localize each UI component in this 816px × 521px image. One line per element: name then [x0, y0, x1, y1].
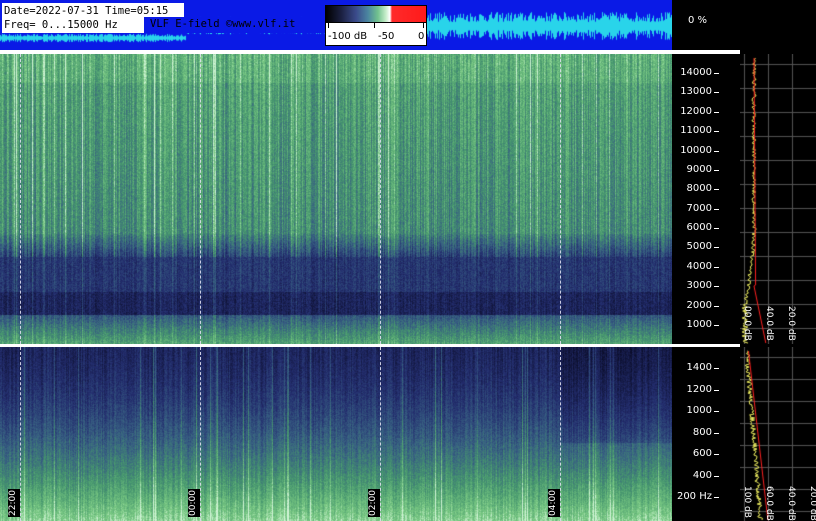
db-label: 20.0 dB: [786, 306, 796, 341]
cb-tick-mark: [374, 23, 375, 28]
freq-tick-label: 14000: [680, 67, 712, 78]
freq-tick-mark: [714, 305, 719, 307]
freq-tick-mark: [714, 454, 719, 455]
freq-tick-mark: [714, 169, 719, 171]
cb-tick-label: -50: [378, 31, 395, 42]
time-marker: 02:00: [368, 489, 380, 517]
color-scale-ticks: -100 dB -50 0: [325, 22, 427, 46]
freq-tick-label: 8000: [686, 183, 712, 195]
freq-tick-label: 1400: [686, 362, 712, 373]
freq-tick-mark: [714, 266, 719, 268]
freq-tick-label: 2000: [686, 299, 712, 311]
freq-tick-label: 600: [692, 448, 712, 459]
time-gridline: [380, 347, 381, 521]
freq-tick-mark: [714, 475, 719, 477]
freq-tick-mark: [714, 131, 719, 133]
freq-tick-label: 5000: [686, 241, 712, 253]
freq-tick-label: 7000: [686, 202, 712, 214]
cb-tick-label: -100 dB: [328, 31, 368, 42]
freq-tick-label: 9000: [686, 163, 712, 175]
spectrogram-high: [0, 54, 672, 344]
time-marker: 22:00: [8, 489, 20, 517]
freq-tick-label: 6000: [686, 222, 712, 234]
freq-tick-label: 4000: [686, 260, 712, 272]
freq-tick-label: 11000: [680, 125, 712, 137]
time-gridline: [200, 54, 201, 344]
freq-tick-label: 800: [692, 426, 712, 438]
freq-axis-high: 14000 13000 12000 11000 10000 9000 8000 7000 600…: [672, 54, 740, 344]
color-scale-bar: [325, 5, 427, 23]
time-gridline: [20, 54, 21, 344]
freq-tick-mark: [714, 228, 719, 230]
freq-tick-label: 1000: [686, 405, 712, 416]
freq-tick-label: 1200: [686, 383, 712, 395]
freq-tick-label: 3000: [686, 280, 712, 292]
freq-tick-mark: [714, 111, 719, 113]
freq-tick-mark: [714, 189, 719, 191]
time-gridline: [20, 347, 21, 521]
freq-tick-label: 10000: [680, 144, 712, 156]
freq-tick-mark: [714, 432, 719, 434]
freq-tick-mark: [714, 92, 719, 94]
freq-tick-mark: [714, 411, 719, 412]
spectrogram-low-canvas: [0, 347, 672, 521]
freq-tick-label: 200 Hz: [676, 491, 712, 502]
freq-axis-low: 1400 1200 1000 800 600 400 200 Hz: [672, 347, 740, 521]
freq-tick-label: 13000: [680, 86, 712, 98]
spectrum-profile-high: [740, 54, 816, 344]
cb-tick-mark: [328, 23, 329, 28]
freq-tick-mark: [714, 247, 719, 249]
time-gridline: [560, 347, 561, 521]
spectrogram-low: 22:00 00:00 02:00 04:00: [0, 347, 672, 521]
cb-tick-label: 0: [418, 31, 425, 42]
time-gridline: [380, 54, 381, 344]
time-gridline: [560, 54, 561, 344]
level-percent: 0 %: [688, 15, 708, 26]
freq-tick-label: 1000: [686, 319, 712, 330]
freq-tick-mark: [714, 325, 719, 326]
date-time-label: Date=2022-07-31 Time=05:15: [4, 5, 169, 17]
freq-tick-mark: [714, 208, 719, 210]
freq-tick-mark: [714, 368, 719, 369]
field-source-label: VLF E-field ©www.vlf.it: [150, 18, 296, 30]
freq-tick-mark: [714, 497, 719, 498]
freq-tick-mark: [714, 286, 719, 288]
freq-tick-mark: [714, 389, 719, 391]
freq-tick-label: 400: [692, 469, 712, 481]
time-marker: 00:00: [188, 489, 200, 517]
freq-tick-label: 12000: [680, 105, 712, 117]
freq-range-label: Freq= 0...15000 Hz: [4, 19, 118, 31]
cb-tick-mark: [423, 23, 424, 28]
spectrogram-high-canvas: [0, 54, 672, 344]
time-gridline: [200, 347, 201, 521]
freq-tick-mark: [714, 150, 719, 152]
time-marker: 04:00: [548, 489, 560, 517]
freq-tick-mark: [714, 73, 719, 74]
